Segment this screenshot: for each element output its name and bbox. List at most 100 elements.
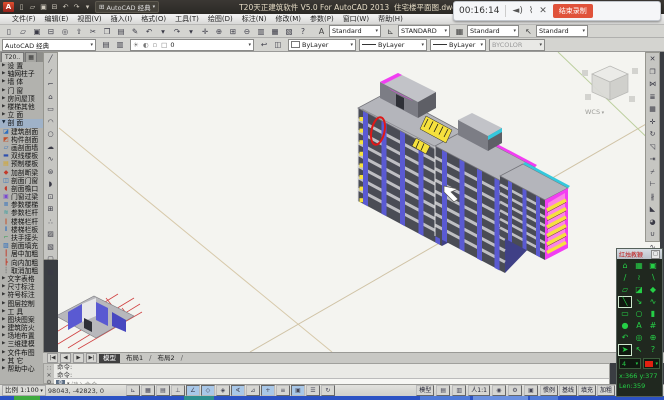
plot-icon[interactable]: ⊟ xyxy=(44,25,58,38)
menu-group-item[interactable]: 图层控制 xyxy=(0,299,43,307)
taskbar-button[interactable] xyxy=(14,396,40,400)
osnap-3d-toggle[interactable]: ◈ xyxy=(216,385,230,396)
scale-icon[interactable]: ◹ xyxy=(646,141,660,154)
layer-isolate-icon[interactable]: ◫ xyxy=(271,38,285,51)
curve-tool-icon[interactable]: ∿ xyxy=(646,296,660,308)
copy-icon[interactable]: ❐ xyxy=(100,25,114,38)
taskbar-button[interactable] xyxy=(530,396,558,400)
fillet-icon[interactable]: ◕ xyxy=(646,216,660,229)
menu-group-item-active[interactable]: 剖 面 xyxy=(0,119,43,127)
layer-combo[interactable]: ☀ ◐ ▫ □ 0 xyxy=(130,39,254,51)
quick-view-layouts-icon[interactable]: ▤ xyxy=(436,385,450,396)
menu-command-item[interactable]: ┣向内加粗 xyxy=(0,259,43,267)
ortho-toggle[interactable]: ⊥ xyxy=(171,385,185,396)
ellipse-arc-icon[interactable]: ◗ xyxy=(44,178,58,191)
menu-command-item[interactable]: ∥楼梯栏杆 xyxy=(0,218,43,226)
stamp-tool-icon[interactable]: ◆ xyxy=(646,284,660,296)
transparency-toggle[interactable]: ▣ xyxy=(291,385,305,396)
make-block-icon[interactable]: ⊞ xyxy=(44,203,58,216)
workspaces-combo[interactable]: AutoCAD 经典 xyxy=(2,39,96,51)
qat-menu-arrow-icon[interactable]: ▾ xyxy=(83,3,92,11)
menu-item[interactable]: 插入(I) xyxy=(111,14,133,24)
ellipse-icon[interactable]: ⊜ xyxy=(44,166,58,179)
mleader-style-combo[interactable]: ↖ Standard xyxy=(523,25,588,37)
command-window-grip[interactable]: ∷ ✕ ⚙ xyxy=(44,364,54,383)
menu-command-item[interactable]: ⌐扶手接头 xyxy=(0,234,43,242)
taskbar-button[interactable] xyxy=(420,396,470,400)
annotation-scale-selector[interactable]: 人1:1 xyxy=(468,385,490,396)
menu-command-item[interactable]: ⫴楼梯栏板 xyxy=(0,226,43,234)
annotation-visibility-icon[interactable]: ◉ xyxy=(492,385,506,396)
menu-group-item[interactable]: 文件布图 xyxy=(0,349,43,357)
zoom-previous-icon[interactable]: ⊖ xyxy=(240,25,254,38)
arrow-tool-icon[interactable]: ↘ xyxy=(632,296,646,308)
polar-toggle[interactable]: ∠ xyxy=(186,385,200,396)
eraser-tool-icon[interactable]: ▱ xyxy=(618,284,632,296)
menu-item[interactable]: 绘图(D) xyxy=(208,14,233,24)
menu-command-item[interactable]: ▱画剖面墙 xyxy=(0,144,43,152)
hatch-icon[interactable]: ▨ xyxy=(44,228,58,241)
break-icon[interactable]: ∦ xyxy=(646,191,660,204)
erase-icon[interactable]: ✕ xyxy=(646,53,660,66)
menu-item[interactable]: 文件(F) xyxy=(12,14,36,24)
menu-command-item[interactable]: ┃居中加粗 xyxy=(0,250,43,258)
point-icon[interactable]: ∴ xyxy=(44,216,58,229)
undo-icon[interactable]: ↶ xyxy=(142,25,156,38)
pan-icon[interactable]: ✛ xyxy=(198,25,212,38)
text-tool-icon[interactable]: A xyxy=(632,320,646,332)
taskbar-button[interactable] xyxy=(184,396,214,400)
zoom-window-icon[interactable]: ⊞ xyxy=(226,25,240,38)
menu-item[interactable]: 格式(O) xyxy=(141,14,166,24)
menu-group-item[interactable]: 其 它 xyxy=(0,357,43,365)
ellipse-tool-icon[interactable]: ○ xyxy=(632,308,646,320)
save-icon[interactable]: ▣ xyxy=(30,25,44,38)
tarch-toggle-button[interactable]: 填充 xyxy=(578,385,596,396)
undo-list-icon[interactable]: ▾ xyxy=(156,25,170,38)
open-tool-icon[interactable]: ⌂ xyxy=(618,260,632,272)
qat-open-icon[interactable]: ▱ xyxy=(28,3,37,11)
menu-command-item[interactable]: ◩构件剖面 xyxy=(0,136,43,144)
model-space-button[interactable]: 模型 xyxy=(416,385,434,396)
redo-list-icon[interactable]: ▾ xyxy=(184,25,198,38)
speaker-icon[interactable]: ◄) xyxy=(512,6,522,16)
line-tool-icon[interactable]: ╲ xyxy=(618,296,632,308)
menu-command-item[interactable]: ◖剖面檐口 xyxy=(0,185,43,193)
viewcube-wcs-label[interactable]: WCS xyxy=(585,108,604,116)
microphone-icon[interactable]: ⌇ xyxy=(529,6,533,16)
menu-group-item[interactable]: 楼梯其他 xyxy=(0,103,43,111)
dim-style-combo[interactable]: ⊾ STANDARD xyxy=(385,25,450,37)
zoom-tool-icon[interactable]: ⊕ xyxy=(646,332,660,344)
tarch-toggle-button[interactable]: 惯例 xyxy=(540,385,558,396)
toolbar-lock-icon[interactable]: ▣ xyxy=(524,385,538,396)
workspace-gear-icon[interactable]: ⚙ xyxy=(508,385,522,396)
menu-group-item[interactable]: 帮助中心 xyxy=(0,365,43,373)
filled-ellipse-tool-icon[interactable]: ● xyxy=(618,320,632,332)
grid-tool-icon[interactable]: # xyxy=(646,320,660,332)
trim-icon[interactable]: ⌿ xyxy=(646,166,660,179)
stop-recording-button[interactable]: 结束录制 xyxy=(553,4,593,18)
otrack-toggle[interactable]: ∢ xyxy=(231,385,245,396)
brush-tool-icon[interactable]: ≀ xyxy=(632,272,646,284)
gradient-icon[interactable]: ▧ xyxy=(44,241,58,254)
line-icon[interactable]: ╱ xyxy=(44,53,58,66)
menu-command-item[interactable]: ◪建筑剖面 xyxy=(0,128,43,136)
join-icon[interactable]: ∪ xyxy=(646,228,660,241)
spline-icon[interactable]: ∿ xyxy=(44,153,58,166)
menu-command-item[interactable]: ◫剖面门窗 xyxy=(0,177,43,185)
taskbar-button[interactable] xyxy=(473,396,528,400)
layer-properties-icon[interactable]: ▤ xyxy=(99,38,113,51)
qat-plot-icon[interactable]: ⊟ xyxy=(50,3,59,11)
table-style-combo[interactable]: ▦ Standard xyxy=(454,25,519,37)
cursor-tool-icon[interactable]: ↖ xyxy=(632,344,646,356)
polyline-icon[interactable]: ⌐ xyxy=(44,78,58,91)
menu-group-item[interactable]: 建筑防火 xyxy=(0,324,43,332)
text-style-combo[interactable]: A Standard xyxy=(316,25,381,37)
menu-group-item[interactable]: 图块图案 xyxy=(0,316,43,324)
color-combo[interactable]: ByLayer xyxy=(288,39,356,51)
linetype-combo[interactable]: ByLayer xyxy=(359,39,427,51)
lineweight-toggle[interactable]: ≡ xyxy=(276,385,290,396)
screen-menu-grid-icon[interactable]: ▦ xyxy=(25,52,37,62)
properties-icon[interactable]: ▥ xyxy=(254,25,268,38)
rotate-icon[interactable]: ↻ xyxy=(646,128,660,141)
menu-item[interactable]: 编辑(E) xyxy=(45,14,69,24)
